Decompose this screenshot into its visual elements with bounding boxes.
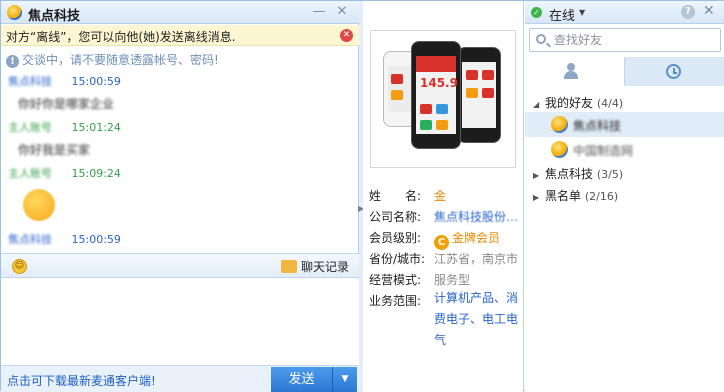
friend-tabs [525, 57, 724, 86]
group-name: 我的好友 [545, 96, 594, 110]
friend-list-panel: ✓ 在线 ▼ ? ✕ ◢我的好友 (4/4) 焦点科技 中国 [525, 1, 724, 392]
group-company[interactable]: ▶ 焦点科技 (3/5) [533, 165, 623, 182]
expanded-arrow-icon: ◢ [533, 100, 540, 109]
chat-panel: 焦点科技 — ✕ 对方“离线”，您可以向他(她)发送离线消息. ✕ ! 交谈中，请… [1, 1, 359, 392]
friend-name: 焦点科技 [573, 119, 622, 133]
emoji-button[interactable]: ☺ [12, 259, 27, 274]
info-icon: ! [6, 55, 19, 68]
group-name: 焦点科技 [545, 167, 594, 181]
member-level-text: 金牌会员 [452, 231, 501, 245]
group-name: 黑名单 [545, 189, 582, 203]
history-icon [280, 260, 297, 273]
help-button[interactable]: ? [681, 5, 695, 19]
message-list: ! 交谈中，请不要随意透露帐号、密码! 焦点科技 15:00:59 你好你是哪家企… [1, 47, 359, 253]
profile-key: 省份/城市: [369, 252, 426, 266]
message-time: 15:09:24 [71, 167, 121, 180]
profile-key: 业务范围: [369, 294, 422, 308]
clock-icon [666, 64, 681, 79]
profile-key: 会员级别: [369, 231, 422, 245]
phone-image-center: 145.9 [411, 41, 461, 149]
collapsed-arrow-icon: ▶ [533, 171, 540, 180]
status-chevron-down-icon[interactable]: ▼ [579, 8, 585, 17]
contacts-icon [563, 63, 579, 79]
message-time: 15:00:59 [71, 75, 121, 88]
group-count: (4/4) [596, 97, 624, 110]
group-count: (3/5) [596, 168, 624, 181]
phone-display-number: 145.9 [420, 76, 458, 90]
message-header: 焦点科技 15:00:59 [8, 231, 121, 247]
security-warning-text: 交谈中，请不要随意透露帐号、密码! [22, 53, 219, 67]
download-client-link[interactable]: 点击可下载最新麦通客户端! [7, 372, 156, 389]
member-level: C 金牌会员 [434, 229, 500, 250]
chat-bottombar: 点击可下载最新麦通客户端! 发送 ▼ [1, 365, 359, 392]
smiley-emoticon-icon [23, 189, 55, 221]
chat-titlebar: 焦点科技 — ✕ [1, 1, 359, 24]
chat-history-button[interactable]: 聊天记录 [280, 258, 349, 275]
message-sender: 主人账号 [8, 121, 52, 134]
collapsed-arrow-icon: ▶ [533, 193, 540, 202]
send-button[interactable]: 发送 [271, 367, 333, 392]
chat-history-label: 聊天记录 [300, 260, 349, 274]
message-body: 你好我是买家 [18, 143, 91, 157]
profile-key: 经营模式: [369, 273, 422, 287]
friend-name: 中国制造网 [573, 144, 634, 158]
profile-value: 服务型 [434, 273, 471, 287]
friend-search-input[interactable] [554, 31, 714, 49]
notice-close-icon[interactable]: ✕ [340, 29, 353, 42]
company-product-image: 145.9 [370, 30, 516, 168]
company-name-link[interactable]: 焦点科技股份… [434, 208, 518, 225]
minimize-button[interactable]: — [311, 4, 327, 20]
chat-toolbar: ☺ 聊天记录 [1, 253, 359, 278]
close-friends-button[interactable]: ✕ [703, 3, 715, 19]
avatar [551, 116, 568, 133]
close-chat-button[interactable]: ✕ [334, 4, 350, 20]
security-warning: ! 交谈中，请不要随意透露帐号、密码! [6, 51, 219, 68]
avatar [551, 141, 568, 158]
search-icon [536, 34, 546, 44]
friend-search-box [529, 28, 721, 52]
send-options-dropdown[interactable]: ▼ [333, 367, 357, 392]
offline-notice-text: 对方“离线”，您可以向他(她)发送离线消息. [6, 30, 236, 44]
status-selector[interactable]: 在线 [549, 5, 575, 24]
message-sender: 焦点科技 [8, 75, 52, 88]
app-logo-icon [7, 5, 22, 20]
message-header: 主人账号 15:01:24 [8, 119, 121, 135]
gold-member-icon: C [434, 235, 449, 250]
phone-image-right [457, 47, 501, 143]
online-status-icon: ✓ [531, 7, 542, 18]
profile-value: 江苏省，南京市 [434, 252, 519, 266]
business-scope-value: 计算机产品、消费电子、电工电气 [434, 291, 519, 347]
message-time: 15:01:24 [71, 121, 121, 134]
chat-window: 焦点科技 — ✕ 对方“离线”，您可以向他(她)发送离线消息. ✕ ! 交谈中，请… [0, 0, 724, 392]
profile-key: 公司名称: [369, 210, 422, 224]
message-input[interactable] [1, 279, 359, 365]
chat-title: 焦点科技 [28, 9, 81, 24]
contact-profile-panel: 145.9 姓 名: 金 公司名称: 焦点科技股份… 会员级别: C 金牌会员 省… [363, 1, 524, 392]
group-my-friends[interactable]: ◢ 我的好友 (4/4) [533, 94, 623, 111]
message-sender: 焦点科技 [8, 233, 52, 246]
offline-notice: 对方“离线”，您可以向他(她)发送离线消息. ✕ [1, 25, 359, 46]
friend-item[interactable]: 中国制造网 [525, 137, 724, 162]
profile-value: 金 [434, 189, 447, 203]
group-blacklist[interactable]: ▶ 黑名单 (2/16) [533, 187, 618, 204]
message-body: 你好你是哪家企业 [18, 97, 115, 111]
friend-item[interactable]: 焦点科技 [525, 112, 724, 137]
message-time: 15:00:59 [71, 233, 121, 246]
group-count: (2/16) [584, 190, 619, 203]
message-header: 焦点科技 15:00:59 [8, 73, 121, 89]
tab-contacts[interactable] [525, 57, 625, 86]
message-sender: 主人账号 [8, 167, 52, 180]
message-header: 主人账号 15:09:24 [8, 165, 121, 181]
tab-recent[interactable] [625, 57, 724, 86]
friend-titlebar: ✓ 在线 ▼ ? ✕ [525, 1, 724, 24]
profile-key: 姓 名: [369, 189, 422, 203]
